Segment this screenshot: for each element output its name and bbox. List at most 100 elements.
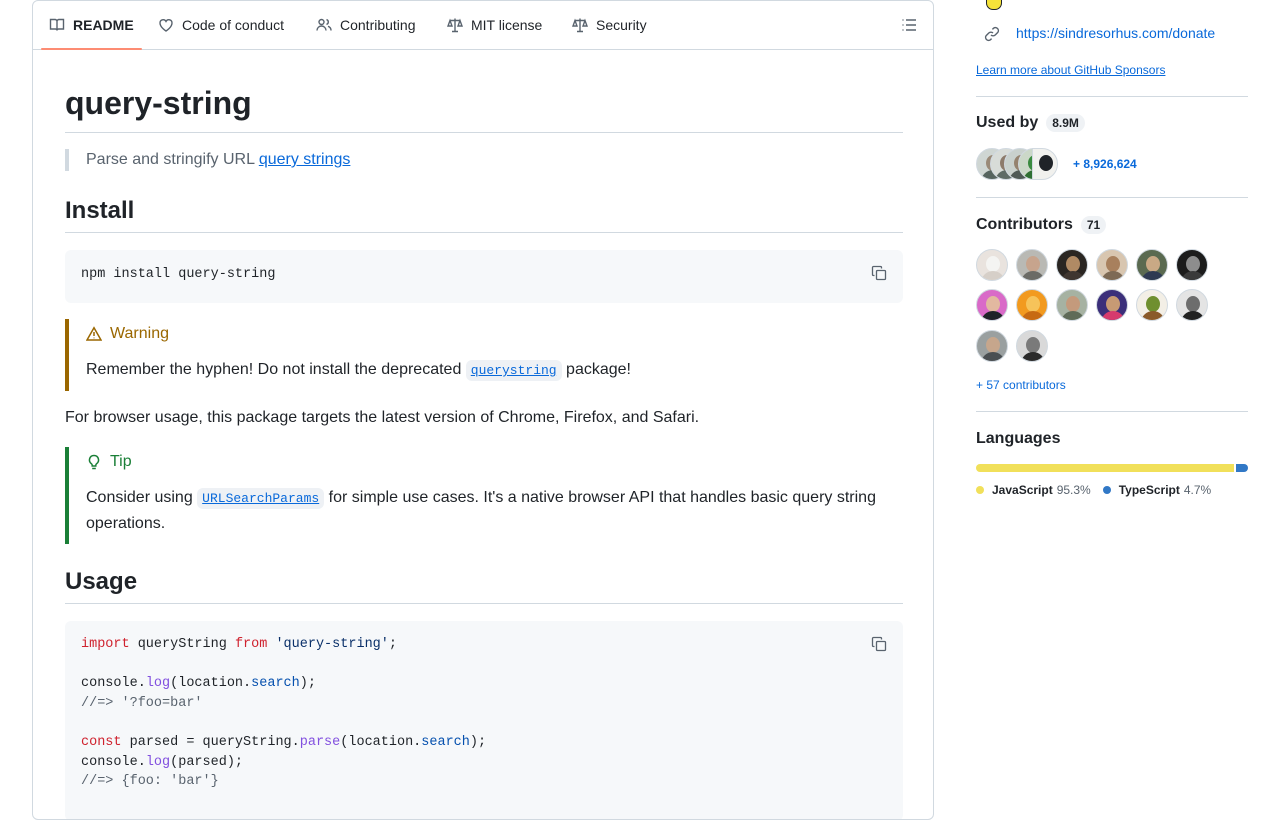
tip-text: Consider using [86,489,198,506]
tab-security[interactable]: Security [572,1,647,49]
outline-button[interactable] [901,17,917,33]
contributor-avatar[interactable] [976,330,1008,362]
warning-text-end: package! [561,361,631,378]
install-command: npm install query-string [81,267,276,282]
contributor-avatar[interactable] [976,289,1008,321]
language-item-javascript[interactable]: JavaScript 95.3% [976,483,1091,497]
language-dot [976,486,984,494]
tab-readme[interactable]: README [41,1,142,50]
used-by-heading[interactable]: Used by 8.9M [976,114,1085,132]
law-icon [447,18,463,33]
tip-title: Tip [86,447,903,473]
alert-icon [86,326,102,341]
query-strings-link[interactable]: query strings [259,151,351,168]
repo-sidebar: https://sindresorhus.com/donate Learn mo… [976,0,1248,800]
code-line: import queryString from 'query-string'; [81,637,397,652]
contributor-avatar[interactable] [1016,249,1048,281]
tab-mit-license[interactable]: MIT license [447,1,542,49]
tab-label: Security [596,17,647,33]
contributor-avatar[interactable] [976,249,1008,281]
language-name: JavaScript [992,483,1053,497]
sponsor-avatar[interactable] [986,0,1002,10]
contributor-avatar[interactable] [1096,289,1128,321]
usage-code: import queryString from 'query-string'; … [81,635,486,792]
browser-usage-paragraph: For browser usage, this package targets … [65,409,700,426]
contributor-avatar[interactable] [1096,249,1128,281]
divider [976,411,1248,412]
contributors-heading[interactable]: Contributors 71 [976,216,1107,234]
languages-heading: Languages [976,430,1060,448]
contributor-avatar[interactable] [1176,249,1208,281]
tab-contributing[interactable]: Contributing [316,1,416,49]
warning-alert: Warning Remember the hyphen! Do not inst… [65,319,903,391]
more-contributors-link[interactable]: + 57 contributors [976,378,1066,392]
warning-title-text: Warning [110,325,169,342]
divider [976,197,1248,198]
contributor-avatar[interactable] [1176,289,1208,321]
tagline-quote: Parse and stringify URL query strings [65,149,350,171]
language-bar-typescript[interactable] [1236,464,1248,472]
code-line: //=> {foo: 'bar'} [81,774,219,790]
tagline-text: Parse and stringify URL [86,151,259,168]
language-percent: 4.7% [1183,483,1212,497]
contributor-avatar[interactable] [1056,249,1088,281]
contributor-avatar[interactable] [1016,289,1048,321]
language-bar [976,464,1248,472]
contributors-label: Contributors [976,216,1073,233]
used-by-avatars[interactable] [976,148,1066,182]
light-bulb-icon [88,454,100,470]
contributor-avatar[interactable] [1056,289,1088,321]
readme-title: query-string [65,83,903,133]
copy-button[interactable] [871,265,887,281]
tab-label: README [73,17,134,33]
tip-body: Consider using URLSearchParams for simpl… [86,485,896,536]
language-percent: 95.3% [1056,483,1091,497]
learn-sponsors-link[interactable]: Learn more about GitHub Sponsors [976,63,1165,77]
language-list: JavaScript 95.3% TypeScript 4.7% [976,483,1211,497]
tab-label: Code of conduct [182,17,284,33]
contributor-avatar[interactable] [1136,249,1168,281]
language-name: TypeScript [1118,483,1180,497]
code-line: const parsed = queryString.parse(locatio… [81,734,487,750]
list-unordered-icon [902,19,916,31]
law-icon [572,18,588,33]
dependent-avatar [1032,148,1058,180]
code-line: console.log(parsed); [81,754,244,770]
code-line: console.log(location.search); [81,676,316,692]
language-dot [1102,486,1111,494]
readme-tabbar: README Code of conduct Contributing MIT … [33,1,933,50]
warning-text: Remember the hyphen! Do not install the … [86,361,466,378]
book-icon [49,18,65,31]
link-icon [984,26,1000,42]
donate-link[interactable]: https://sindresorhus.com/donate [1016,25,1215,41]
contributor-avatar[interactable] [1136,289,1168,321]
used-by-more-link[interactable]: + 8,926,624 [1073,157,1137,171]
languages-label: Languages [976,430,1061,447]
heart-icon [159,19,173,32]
urlsearchparams-code-link[interactable]: URLSearchParams [197,488,325,509]
copy-icon [871,636,887,652]
language-bar-javascript[interactable] [976,464,1235,472]
tip-title-text: Tip [110,453,132,470]
tab-label: Contributing [340,17,416,33]
install-code-block: npm install query-string [65,250,903,303]
readme-panel: README Code of conduct Contributing MIT … [32,0,934,820]
contributors-count: 71 [1080,216,1107,234]
querystring-code-link[interactable]: querystring [465,360,562,381]
copy-button[interactable] [871,636,887,652]
tip-alert: Tip Consider using URLSearchParams for s… [65,447,903,544]
copy-icon [871,265,887,281]
used-by-count: 8.9M [1046,114,1085,132]
usage-code-block: import queryString from 'query-string'; … [65,621,903,819]
contributor-avatar[interactable] [1016,330,1048,362]
warning-body: Remember the hyphen! Do not install the … [86,357,903,383]
tab-code-of-conduct[interactable]: Code of conduct [158,1,284,49]
language-item-typescript[interactable]: TypeScript 4.7% [1102,483,1212,497]
people-icon [316,18,332,31]
code-line: //=> '?foo=bar' [81,695,203,711]
install-heading: Install [65,196,903,233]
divider [976,96,1248,97]
used-by-label: Used by [976,114,1039,131]
